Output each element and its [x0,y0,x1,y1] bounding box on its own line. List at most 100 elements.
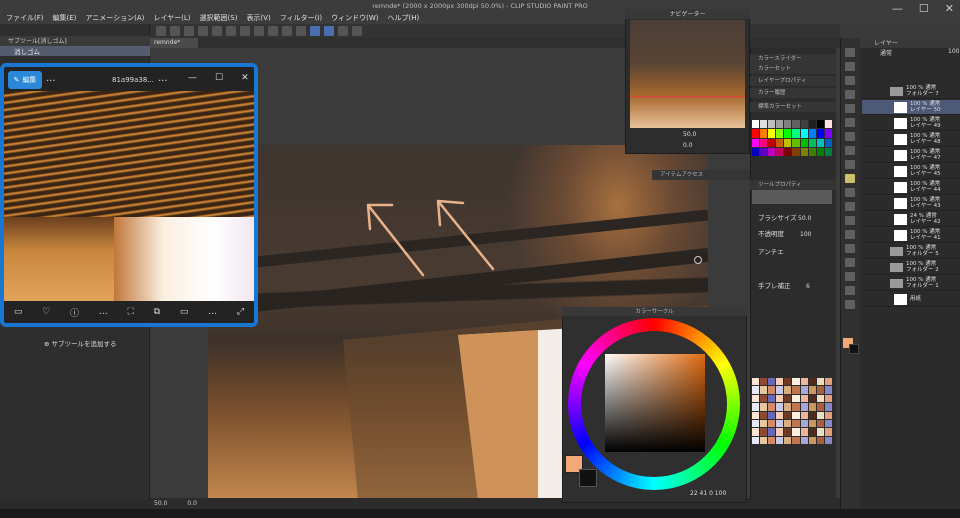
layer-row[interactable]: 100 % 通常 フォルダー 5 [862,244,960,259]
crop-icon[interactable]: ⛶ [128,307,134,317]
save-icon[interactable] [184,26,194,36]
palette-swatch[interactable] [808,386,816,394]
figure-tool-icon[interactable] [845,230,855,239]
palette-swatch[interactable] [824,403,832,411]
palette-swatch[interactable] [792,411,800,419]
navigator-thumbnail[interactable] [630,20,745,128]
palette-swatch[interactable] [824,386,832,394]
palette-swatch[interactable] [824,428,832,436]
palette-swatch[interactable] [792,428,800,436]
snap-grid-icon[interactable] [324,26,334,36]
layer-row[interactable]: 100 % 通常 レイヤー 45 [862,164,960,179]
settings-icon[interactable] [352,26,362,36]
palette-swatch[interactable] [752,394,760,403]
color-swatch[interactable] [752,147,760,156]
color-swatch[interactable] [800,129,808,138]
move-tool-icon[interactable] [845,62,855,71]
eraser-tool-icon[interactable] [845,174,855,183]
viewer-more-icon-3[interactable]: … [208,307,217,317]
viewer-more-options-icon[interactable]: … [99,307,108,317]
blend-mode-select[interactable]: 通常 [880,48,892,57]
line-correction-tool-icon[interactable] [845,300,855,309]
palette-swatch[interactable] [784,436,792,444]
pen-tool-icon[interactable] [845,118,855,127]
color-swatch[interactable] [792,129,800,138]
menu-item[interactable]: アニメーション(A) [85,13,144,23]
palette-swatch[interactable] [776,411,784,419]
pencil-tool-icon[interactable] [845,132,855,141]
palette-swatch[interactable] [784,378,792,386]
snap-ruler-icon[interactable] [310,26,320,36]
fit-icon[interactable]: ▭ [180,307,189,317]
palette-swatch[interactable] [800,419,808,428]
sub-tool-tab[interactable]: サブツール[消しゴム] [0,36,150,46]
edit-button[interactable]: ✎ 編集 [8,71,42,89]
color-swatch[interactable] [792,138,800,147]
color-swatch[interactable] [800,138,808,147]
menu-item[interactable]: フィルター(I) [280,13,322,23]
color-swatch[interactable] [760,147,768,156]
operation-tool-icon[interactable] [845,76,855,85]
info-icon[interactable]: ⓘ [70,306,79,319]
color-swatch[interactable] [760,120,768,129]
filmstrip-icon[interactable]: ▭ [14,307,23,317]
layer-row[interactable]: 100 % 通常 レイヤー 44 [862,180,960,195]
add-sub-tool-button[interactable]: ⊕ サブツールを追加する [44,338,117,348]
selection-tool-icon[interactable] [845,90,855,99]
canvas-angle-value[interactable]: 0.0 [187,500,197,507]
canvas-tab[interactable]: remnde* [150,38,198,48]
palette-swatch[interactable] [768,394,776,403]
color-swatch[interactable] [760,129,768,138]
palette-swatch[interactable] [792,403,800,411]
palette-swatch[interactable] [760,394,768,403]
color-set-header[interactable]: カラーセット [750,64,836,74]
menu-item[interactable]: 表示(V) [246,13,270,23]
color-swatch[interactable] [768,129,776,138]
zoom-tool-icon[interactable] [845,48,855,57]
palette-swatch[interactable] [760,411,768,419]
color-swatch[interactable] [808,129,816,138]
color-swatch[interactable] [816,129,824,138]
layer-property-header[interactable]: レイヤープロパティ [750,76,836,86]
palette-swatch[interactable] [800,378,808,386]
palette-swatch[interactable] [816,419,824,428]
layer-opacity-value[interactable]: 100 [948,48,959,55]
palette-swatch[interactable] [824,411,832,419]
palette-swatch[interactable] [768,378,776,386]
tool-property-header[interactable]: ツールプロパティ [750,180,836,190]
palette-swatch[interactable] [784,394,792,403]
layer-row[interactable]: 100 % 通常 フォルダー 1 [862,276,960,291]
palette-swatch[interactable] [776,403,784,411]
color-slider-header[interactable]: カラースライダー [750,54,836,64]
canvas-zoom-value[interactable]: 50.0 [154,500,167,507]
layer-row[interactable]: 24 % 通常 レイヤー 42 [862,212,960,227]
color-swatch[interactable] [760,138,768,147]
palette-swatch[interactable] [752,378,760,386]
palette-swatch[interactable] [824,419,832,428]
viewer-maximize-icon[interactable]: ☐ [215,73,223,83]
palette-swatch[interactable] [800,436,808,444]
palette-swatch[interactable] [784,419,792,428]
palette-swatch[interactable] [752,419,760,428]
palette-swatch[interactable] [808,436,816,444]
color-swatch[interactable] [768,120,776,129]
undo-icon[interactable] [198,26,208,36]
palette-swatch[interactable] [784,428,792,436]
color-swatch[interactable] [776,147,784,156]
palette-swatch[interactable] [760,386,768,394]
layer-row[interactable]: 100 % 通常 レイヤー 48 [862,132,960,147]
palette-swatch[interactable] [800,403,808,411]
color-swatch[interactable] [808,120,816,129]
palette-swatch[interactable] [808,419,816,428]
item-access-header[interactable]: アイテムアクセス [652,170,750,180]
color-swatch[interactable] [824,120,832,129]
fill-tool-icon[interactable] [845,202,855,211]
layer-row[interactable]: 100 % 通常 レイヤー 41 [862,228,960,243]
color-swatch[interactable] [816,147,824,156]
palette-swatch[interactable] [800,411,808,419]
color-swatch[interactable] [808,138,816,147]
palette-swatch[interactable] [768,436,776,444]
color-swatch[interactable] [768,138,776,147]
palette-swatch[interactable] [816,411,824,419]
new-file-icon[interactable] [156,26,166,36]
